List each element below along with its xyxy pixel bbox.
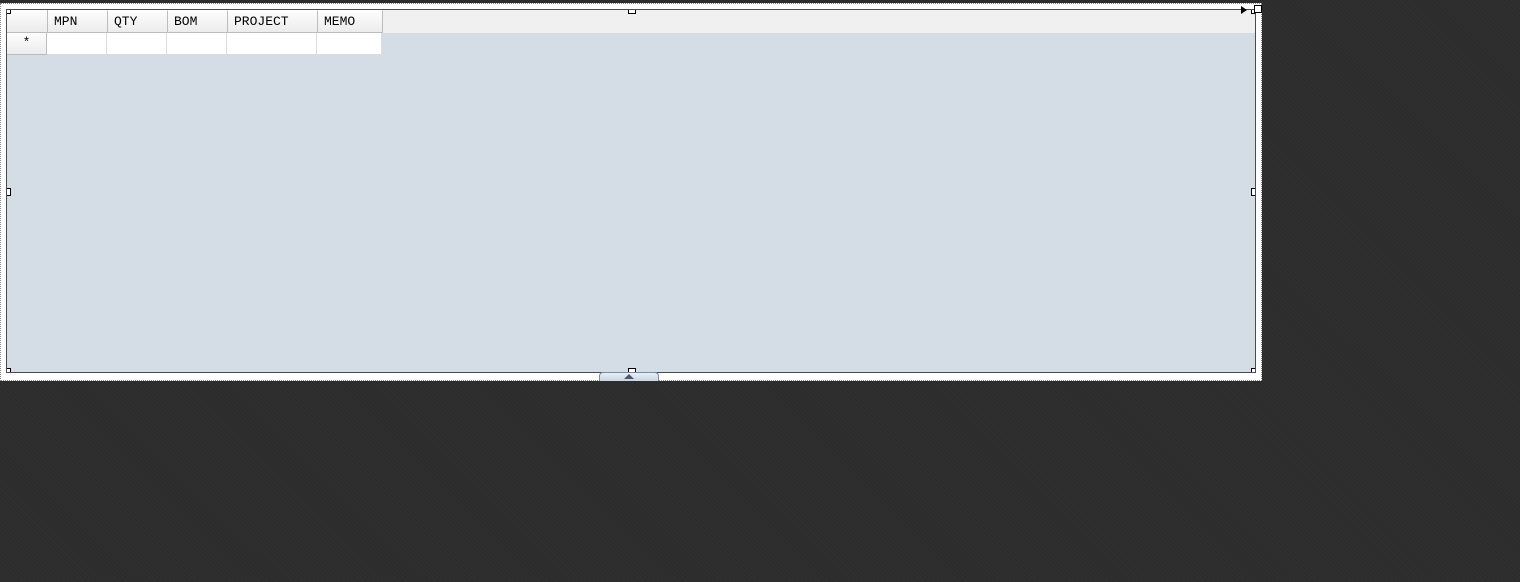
column-header-memo[interactable]: MEMO <box>318 10 383 33</box>
resize-handle-n[interactable] <box>628 9 636 14</box>
datagrid-view[interactable]: MPN QTY BOM PROJECT MEMO * <box>6 9 1256 373</box>
overflow-right-icon[interactable] <box>1241 6 1247 14</box>
cell-mpn[interactable] <box>47 33 107 55</box>
column-header-qty[interactable]: QTY <box>108 10 168 33</box>
cell-bom[interactable] <box>167 33 227 55</box>
column-header-mpn[interactable]: MPN <box>48 10 108 33</box>
column-header-project[interactable]: PROJECT <box>228 10 318 33</box>
cell-memo[interactable] <box>317 33 382 55</box>
resize-handle-sw[interactable] <box>6 368 11 373</box>
chevron-up-icon <box>624 374 634 379</box>
form-handle-ne[interactable] <box>1254 5 1262 13</box>
column-header-bom[interactable]: BOM <box>168 10 228 33</box>
resize-handle-nw[interactable] <box>6 9 11 14</box>
grid-corner-cell[interactable] <box>7 10 48 33</box>
resize-handle-e[interactable] <box>1251 188 1256 196</box>
resize-handle-se[interactable] <box>1251 368 1256 373</box>
designer-form[interactable]: MPN QTY BOM PROJECT MEMO * <box>0 3 1262 381</box>
component-tray-toggle[interactable] <box>599 372 659 381</box>
cell-project[interactable] <box>227 33 317 55</box>
grid-new-row[interactable]: * <box>7 33 1255 55</box>
resize-handle-w[interactable] <box>6 188 11 196</box>
row-header-new[interactable]: * <box>7 33 47 55</box>
cell-qty[interactable] <box>107 33 167 55</box>
